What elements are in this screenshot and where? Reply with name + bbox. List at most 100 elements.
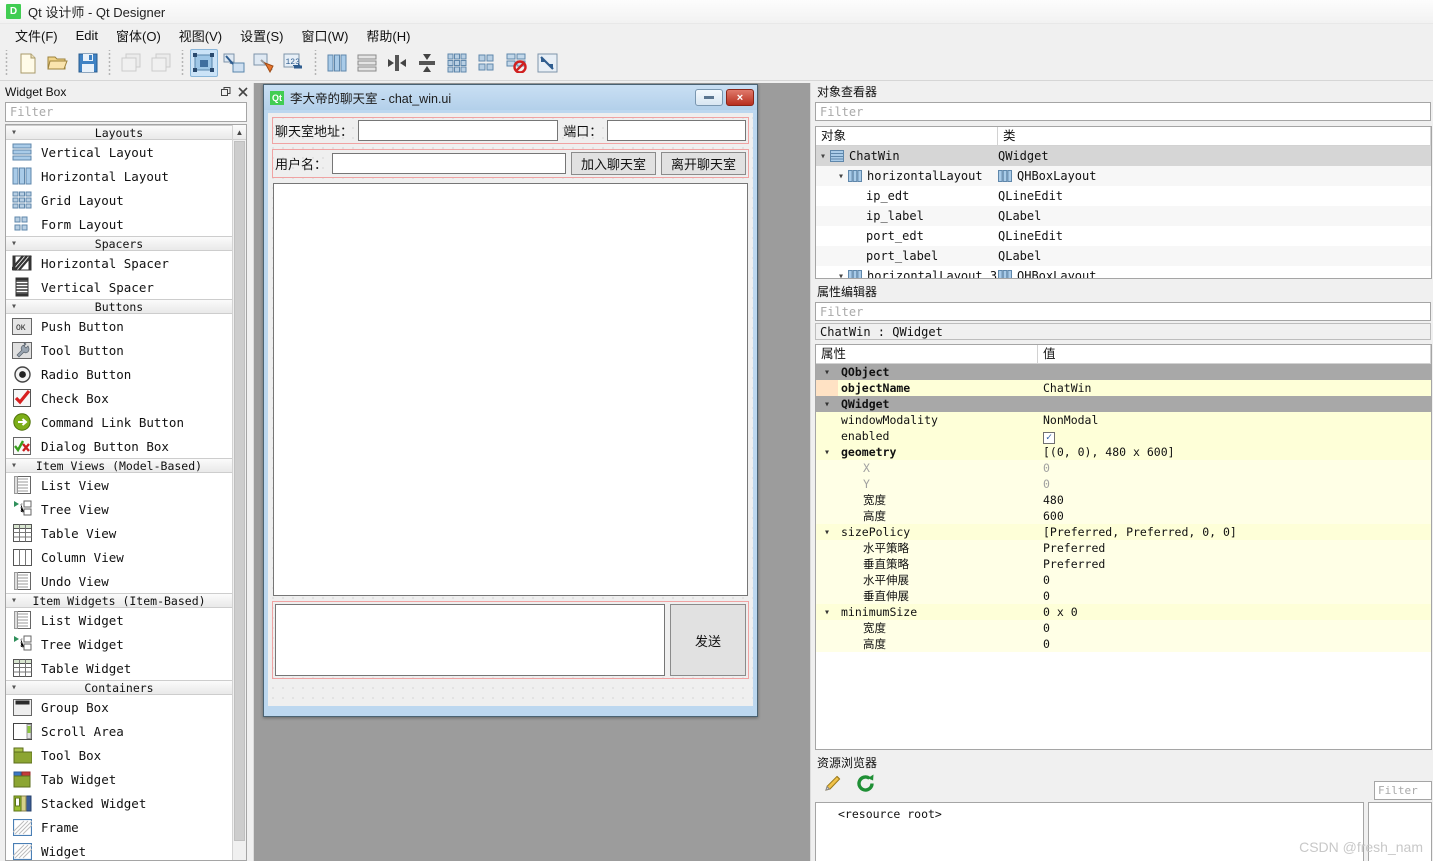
designed-form-window[interactable]: Qt 李大帝的聊天室 - chat_win.ui × 聊天室地址： 端口： 用户…	[263, 84, 758, 717]
property-value[interactable]: 0	[1038, 589, 1431, 603]
widget-item-column-view[interactable]: Column View	[6, 545, 232, 569]
property-value[interactable]: 0 x 0	[1038, 605, 1431, 619]
widget-item-dialog-button-box[interactable]: Dialog Button Box	[6, 434, 232, 458]
table-row[interactable]: ▾ ChatWin QWidget	[816, 146, 1431, 166]
property-row[interactable]: 宽度 0	[816, 620, 1431, 636]
property-row[interactable]: 水平伸展 0	[816, 572, 1431, 588]
column-header-property[interactable]: 属性	[816, 345, 1038, 363]
widget-item-list-widget[interactable]: List Widget	[6, 608, 232, 632]
property-row[interactable]: ▾ sizePolicy [Preferred, Preferred, 0, 0]	[816, 524, 1431, 540]
widget-item-vertical-spacer[interactable]: Vertical Spacer	[6, 275, 232, 299]
new-file-icon[interactable]	[14, 49, 42, 77]
property-value[interactable]: 480	[1038, 493, 1431, 507]
chevron-down-icon[interactable]: ▾	[834, 171, 848, 182]
widget-box-category-spacers[interactable]: ▾ Spacers	[6, 236, 232, 251]
widget-item-command-link-button[interactable]: Command Link Button	[6, 410, 232, 434]
menu-view[interactable]: 视图(V)	[170, 24, 231, 47]
column-header-object[interactable]: 对象	[816, 127, 998, 145]
property-row[interactable]: ▾ geometry [(0, 0), 480 x 600]	[816, 444, 1431, 460]
menu-edit[interactable]: Edit	[67, 26, 107, 45]
chevron-down-icon[interactable]: ▾	[816, 607, 838, 618]
property-group-row[interactable]: ▾ QObject	[816, 364, 1431, 380]
float-dock-icon[interactable]	[218, 85, 233, 99]
edit-tab-order-icon[interactable]: 123	[280, 49, 308, 77]
message-input-area[interactable]	[275, 604, 665, 676]
widget-item-table-view[interactable]: Table View	[6, 521, 232, 545]
table-row[interactable]: ▾ horizontalLayout_3 QHBoxLayout	[816, 266, 1431, 279]
widget-item-group-box[interactable]: Group Box	[6, 695, 232, 719]
break-layout-icon[interactable]	[503, 49, 531, 77]
property-value[interactable]: 0	[1038, 477, 1431, 491]
widget-item-check-box[interactable]: Check Box	[6, 386, 232, 410]
widget-box-scrollbar[interactable]: ▲	[232, 125, 246, 860]
widget-item-table-widget[interactable]: Table Widget	[6, 656, 232, 680]
property-row[interactable]: 水平策略 Preferred	[816, 540, 1431, 556]
property-value[interactable]: NonModal	[1038, 413, 1431, 427]
widget-item-tool-box[interactable]: Tool Box	[6, 743, 232, 767]
layout-row-username[interactable]: 用户名： 加入聊天室 离开聊天室	[272, 149, 749, 178]
property-row[interactable]: 高度 0	[816, 636, 1431, 652]
minimize-button[interactable]	[695, 89, 723, 106]
layout-row-address[interactable]: 聊天室地址： 端口：	[272, 117, 749, 144]
property-group-row[interactable]: ▾ QWidget	[816, 396, 1431, 412]
property-row[interactable]: ▾ minimumSize 0 x 0	[816, 604, 1431, 620]
widget-item-list-view[interactable]: List View	[6, 473, 232, 497]
send-button[interactable]: 发送	[670, 604, 746, 676]
close-button[interactable]: ×	[726, 89, 754, 106]
widget-item-push-button[interactable]: OK Push Button	[6, 314, 232, 338]
redo-icon[interactable]	[147, 49, 175, 77]
property-row[interactable]: 高度 600	[816, 508, 1431, 524]
property-value[interactable]: [(0, 0), 480 x 600]	[1038, 445, 1431, 459]
property-row[interactable]: windowModality NonModal	[816, 412, 1431, 428]
layout-grid-icon[interactable]	[443, 49, 471, 77]
table-row[interactable]: port_label QLabel	[816, 246, 1431, 266]
menu-help[interactable]: 帮助(H)	[357, 24, 419, 47]
widget-item-vertical-layout[interactable]: Vertical Layout	[6, 140, 232, 164]
ip-edit-input[interactable]	[358, 120, 559, 141]
resource-browser-filter-input[interactable]: Filter	[1374, 781, 1432, 800]
chevron-down-icon[interactable]: ▾	[834, 271, 848, 279]
menu-settings[interactable]: 设置(S)	[231, 24, 292, 47]
widget-item-radio-button[interactable]: Radio Button	[6, 362, 232, 386]
table-row[interactable]: ip_edt QLineEdit	[816, 186, 1431, 206]
edit-signals-slots-icon[interactable]	[220, 49, 248, 77]
widget-box-filter-input[interactable]: Filter	[5, 102, 247, 122]
object-inspector-filter-input[interactable]: Filter	[815, 102, 1431, 121]
property-value[interactable]: ChatWin	[1038, 381, 1431, 395]
toolbar-grip-4[interactable]	[313, 50, 320, 76]
menu-file[interactable]: 文件(F)	[6, 24, 67, 47]
save-file-icon[interactable]	[74, 49, 102, 77]
layout-vertical-icon[interactable]	[353, 49, 381, 77]
message-display-area[interactable]	[273, 183, 748, 596]
chevron-down-icon[interactable]: ▾	[816, 367, 838, 378]
layout-horizontal-icon[interactable]	[323, 49, 351, 77]
property-value[interactable]: Preferred	[1038, 557, 1431, 571]
open-file-icon[interactable]	[44, 49, 72, 77]
property-editor-grid[interactable]: 属性 值 ▾ QObject objectName ChatWin ▾ QWidge…	[815, 344, 1432, 750]
toolbar-grip-2[interactable]	[107, 50, 114, 76]
property-row[interactable]: enabled ✓	[816, 428, 1431, 444]
widget-item-undo-view[interactable]: Undo View	[6, 569, 232, 593]
property-row[interactable]: 垂直策略 Preferred	[816, 556, 1431, 572]
chevron-down-icon[interactable]: ▾	[816, 399, 838, 410]
column-header-class[interactable]: 类	[998, 127, 1431, 145]
property-row[interactable]: 宽度 480	[816, 492, 1431, 508]
widget-item-widget[interactable]: Widget	[6, 839, 232, 860]
widget-item-tree-widget[interactable]: Tree Widget	[6, 632, 232, 656]
widget-item-tab-widget[interactable]: Tab Widget	[6, 767, 232, 791]
form-canvas[interactable]: 聊天室地址： 端口： 用户名： 加入聊天室 离开聊天室 发送	[268, 113, 753, 706]
adjust-size-icon[interactable]	[533, 49, 561, 77]
layout-splitter-h-icon[interactable]	[383, 49, 411, 77]
menu-form[interactable]: 窗体(O)	[107, 24, 170, 47]
port-edit-input[interactable]	[607, 120, 746, 141]
join-button[interactable]: 加入聊天室	[570, 152, 656, 175]
property-row[interactable]: Y 0	[816, 476, 1431, 492]
property-value[interactable]: 600	[1038, 509, 1431, 523]
menu-window[interactable]: 窗口(W)	[292, 24, 357, 47]
resource-root-item[interactable]: <resource root>	[838, 807, 942, 821]
widget-item-horizontal-layout[interactable]: Horizontal Layout	[6, 164, 232, 188]
property-editor-filter-input[interactable]: Filter	[815, 302, 1431, 321]
layout-row-send[interactable]: 发送	[272, 601, 749, 679]
chevron-down-icon[interactable]: ▾	[816, 151, 830, 162]
widget-item-stacked-widget[interactable]: Stacked Widget	[6, 791, 232, 815]
